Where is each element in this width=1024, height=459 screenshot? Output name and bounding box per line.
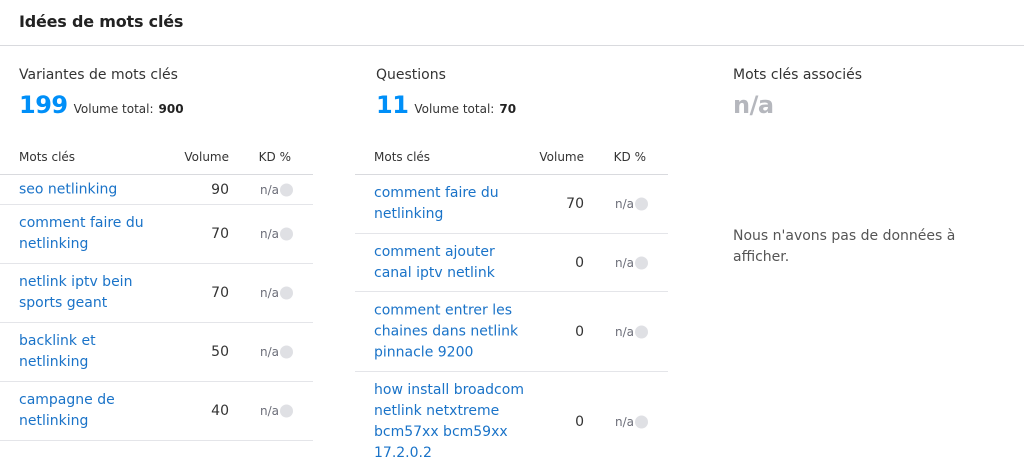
table-header: Mots clés Volume KD %	[0, 146, 313, 175]
kd-indicator-icon	[280, 286, 293, 300]
keyword-link[interactable]: comment faire du netlinking	[19, 213, 169, 255]
column-header-kd: KD %	[258, 150, 291, 164]
question-kd: n/a	[614, 415, 634, 429]
variants-count[interactable]: 199	[19, 91, 68, 119]
keyword-link[interactable]: seo netlinking	[19, 179, 169, 200]
question-kd: n/a	[614, 255, 634, 270]
kd-indicator-icon	[635, 415, 648, 429]
keyword-link[interactable]: netlink iptv bein sports geant	[19, 272, 169, 314]
keyword-kd: n/a	[259, 227, 279, 241]
question-volume: 0	[575, 254, 584, 271]
table-row: backlink et netlinking 50 n/a	[0, 323, 313, 382]
question-volume: 0	[575, 414, 584, 430]
kd-indicator-icon	[635, 197, 648, 211]
keyword-link[interactable]: backlink et netlinking	[19, 331, 169, 373]
column-header-keywords: Mots clés	[374, 150, 431, 164]
table-row: seo netlinking 90 n/a	[0, 175, 313, 205]
questions-summary: 11 Volume total: 70	[376, 91, 516, 119]
kd-indicator-icon	[280, 345, 293, 359]
questions-volume-value: 70	[499, 102, 517, 116]
variants-volume-value: 900	[158, 102, 184, 116]
keyword-kd: n/a	[259, 345, 279, 359]
table-row: comment faire du netlinking 70 n/a	[0, 205, 313, 264]
kd-indicator-icon	[635, 256, 648, 269]
table-row: comment entrer les chaines dans netlink …	[355, 292, 668, 372]
question-volume: 0	[575, 323, 584, 340]
column-header-volume: Volume	[539, 150, 584, 164]
kd-indicator-icon	[280, 183, 293, 196]
kd-indicator-icon	[280, 227, 293, 241]
question-link[interactable]: comment ajouter canal iptv netlink	[374, 242, 524, 284]
table-row: netlink iptv bein sports geant 70 n/a	[0, 264, 313, 323]
question-kd: n/a	[614, 197, 634, 211]
questions-title: Questions	[376, 67, 446, 83]
column-header-volume: Volume	[184, 150, 229, 164]
question-link[interactable]: how install broadcom netlink netxtreme b…	[374, 380, 524, 459]
questions-volume-label: Volume total:	[414, 102, 495, 116]
empty-state-message: Nous n'avons pas de données à afficher.	[733, 228, 956, 265]
keyword-volume: 90	[211, 181, 229, 198]
variants-title: Variantes de mots clés	[19, 67, 178, 83]
variants-table: Mots clés Volume KD % seo netlinking 90 …	[0, 146, 313, 441]
keyword-kd: n/a	[259, 182, 279, 197]
table-row: comment ajouter canal iptv netlink 0 n/a	[355, 234, 668, 292]
table-row: how install broadcom netlink netxtreme b…	[355, 372, 668, 459]
kd-indicator-icon	[635, 325, 648, 338]
keyword-volume: 70	[211, 226, 229, 242]
kd-indicator-icon	[280, 404, 293, 418]
question-link[interactable]: comment entrer les chaines dans netlink …	[374, 300, 524, 363]
keyword-kd: n/a	[259, 404, 279, 418]
related-count: n/a	[733, 91, 774, 119]
variants-summary: 199 Volume total: 900	[19, 91, 184, 119]
table-row: campagne de netlinking 40 n/a	[0, 382, 313, 441]
keyword-link[interactable]: campagne de netlinking	[19, 390, 169, 432]
keyword-kd: n/a	[259, 286, 279, 300]
widget-title: Idées de mots clés	[19, 12, 184, 31]
related-summary: n/a	[733, 91, 774, 119]
question-volume: 70	[566, 196, 584, 212]
keyword-volume: 40	[211, 403, 229, 419]
table-row: comment faire du netlinking 70 n/a	[355, 175, 668, 234]
widget-header: Idées de mots clés	[0, 0, 1024, 46]
column-header-keywords: Mots clés	[19, 150, 76, 164]
questions-table: Mots clés Volume KD % comment faire du n…	[355, 146, 668, 459]
question-kd: n/a	[614, 324, 634, 339]
related-title: Mots clés associés	[733, 67, 863, 83]
keyword-volume: 50	[211, 344, 229, 360]
variants-volume-label: Volume total:	[73, 102, 154, 116]
question-link[interactable]: comment faire du netlinking	[374, 183, 524, 225]
table-header: Mots clés Volume KD %	[355, 146, 668, 175]
column-header-kd: KD %	[613, 150, 646, 164]
keyword-volume: 70	[211, 285, 229, 301]
questions-count[interactable]: 11	[376, 91, 409, 119]
